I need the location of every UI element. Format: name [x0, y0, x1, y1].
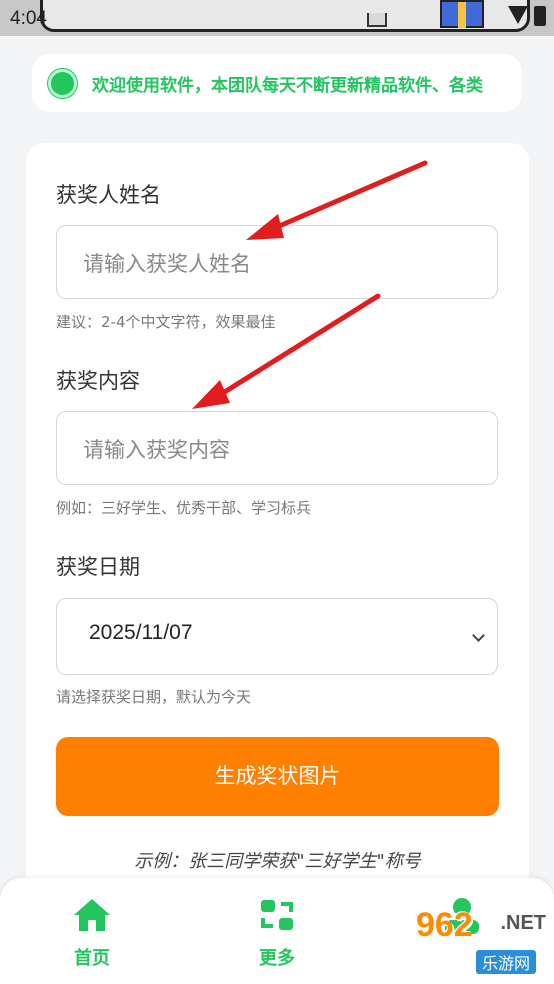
watermark-suffix: .NET [500, 912, 546, 934]
watermark-site: 乐游网 [476, 950, 537, 974]
nav-label-more: 更多 [259, 948, 295, 969]
watermark-number: 962 [416, 906, 473, 944]
generate-certificate-button[interactable]: 生成奖状图片 [56, 737, 499, 816]
notice-bar[interactable]: 欢迎使用软件，本团队每天不断更新精品软件、各类 [32, 54, 522, 112]
bottom-navigation: 首页 更多 962 .NET 乐游网 [0, 878, 554, 984]
signal-icon [508, 6, 528, 24]
chevron-down-icon [472, 629, 485, 642]
name-label: 获奖人姓名 [56, 183, 161, 207]
name-hint: 建议：2-4个中文字符，效果最佳 [56, 313, 276, 331]
date-select[interactable]: 2025/11/07 [56, 598, 498, 675]
nav-label-home: 首页 [74, 948, 110, 969]
status-time: 4:04 [10, 8, 47, 29]
nav-item-home[interactable]: 首页 [52, 896, 132, 970]
system-icons [508, 6, 546, 26]
content-placeholder: 请输入获奖内容 [83, 438, 230, 462]
award-form-card: 获奖人姓名 请输入获奖人姓名 建议：2-4个中文字符，效果最佳 获奖内容 请输入… [26, 143, 529, 903]
name-input[interactable]: 请输入获奖人姓名 [56, 225, 498, 299]
gift-icon [440, 0, 484, 28]
content-input[interactable]: 请输入获奖内容 [56, 411, 498, 485]
content-label: 获奖内容 [56, 369, 140, 393]
date-hint: 请选择获奖日期，默认为今天 [56, 688, 252, 706]
status-bar: 4:04 [0, 0, 554, 36]
site-watermark: 962 .NET 乐游网 [408, 904, 548, 980]
home-icon [74, 899, 110, 931]
nav-item-more[interactable]: 更多 [237, 896, 317, 970]
notice-dot-icon [48, 69, 77, 98]
refresh-icon [261, 900, 293, 930]
content-hint: 例如：三好学生、优秀干部、学习标兵 [56, 499, 312, 517]
date-value: 2025/11/07 [89, 621, 193, 644]
battery-icon [534, 6, 546, 26]
name-placeholder: 请输入获奖人姓名 [83, 252, 251, 276]
notice-text: 欢迎使用软件，本团队每天不断更新精品软件、各类 [92, 76, 483, 96]
example-text: 示例：张三同学荣获"三好学生"称号 [134, 851, 421, 872]
date-label: 获奖日期 [56, 555, 140, 579]
